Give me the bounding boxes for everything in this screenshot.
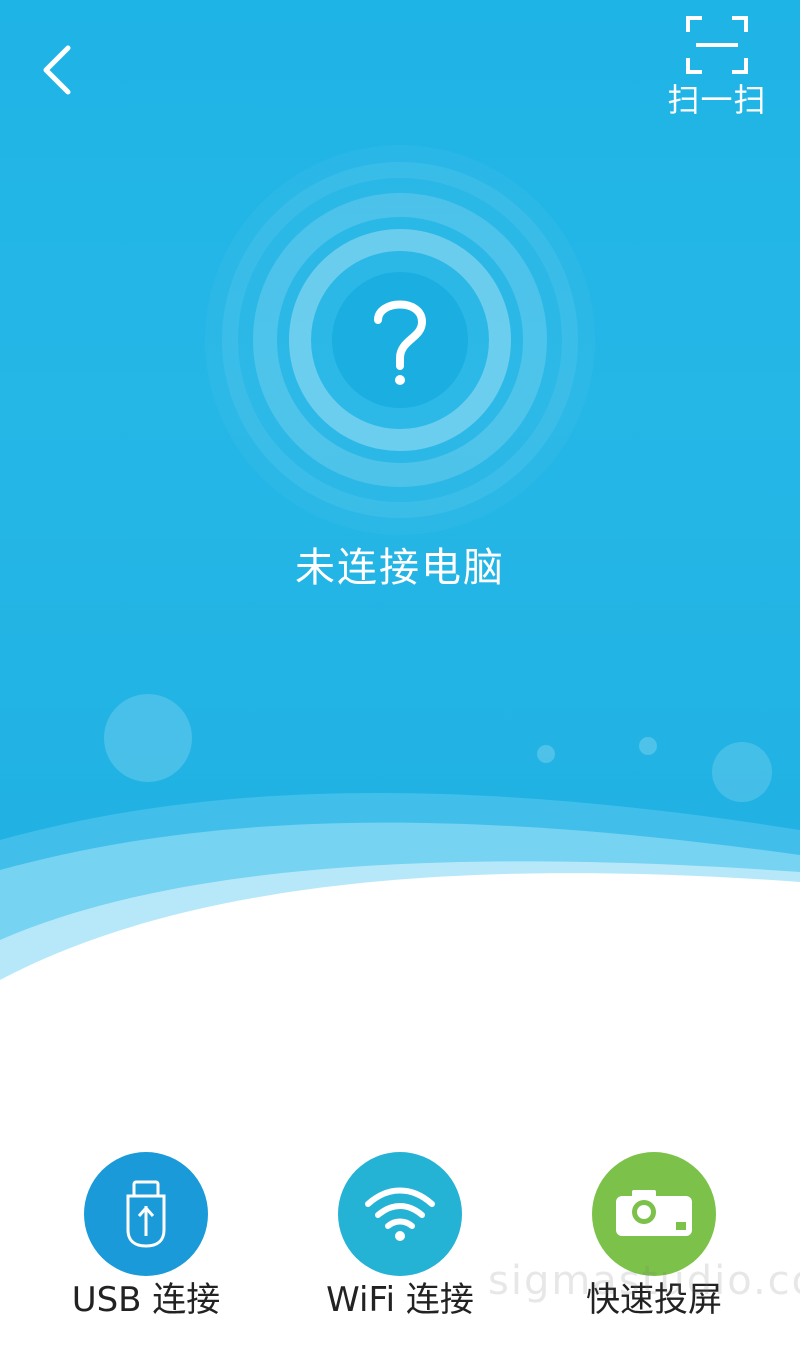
screen: 扫一扫 未连接电脑 USB 连接 WiFi 连接 快速投屏 sigmastudi… xyxy=(0,0,800,1369)
wifi-icon-circle xyxy=(338,1152,462,1276)
wifi-connect-button[interactable]: WiFi 连接 xyxy=(300,1148,500,1348)
question-mark-icon xyxy=(205,145,595,535)
quick-cast-button[interactable]: 快速投屏 xyxy=(554,1148,754,1348)
wifi-connect-label: WiFi 连接 xyxy=(326,1280,474,1320)
scan-label: 扫一扫 xyxy=(667,81,767,119)
scan-button[interactable]: 扫一扫 xyxy=(658,14,776,119)
chevron-left-icon xyxy=(43,45,71,95)
usb-connect-label: USB 连接 xyxy=(71,1280,221,1320)
usb-connect-button[interactable]: USB 连接 xyxy=(46,1148,246,1348)
usb-drive-icon xyxy=(126,1180,166,1248)
connection-status-indicator xyxy=(200,140,600,540)
scan-frame-icon xyxy=(686,16,748,74)
hero-panel: 扫一扫 未连接电脑 xyxy=(0,0,800,1020)
connection-options: USB 连接 WiFi 连接 快速投屏 xyxy=(0,1148,800,1348)
connection-status-text: 未连接电脑 xyxy=(295,545,505,591)
wifi-icon xyxy=(365,1187,435,1241)
wave-decoration xyxy=(0,792,800,1020)
back-button[interactable] xyxy=(28,38,88,102)
watermark: sigmastudio.com xyxy=(488,1258,800,1304)
usb-icon-circle xyxy=(84,1152,208,1276)
